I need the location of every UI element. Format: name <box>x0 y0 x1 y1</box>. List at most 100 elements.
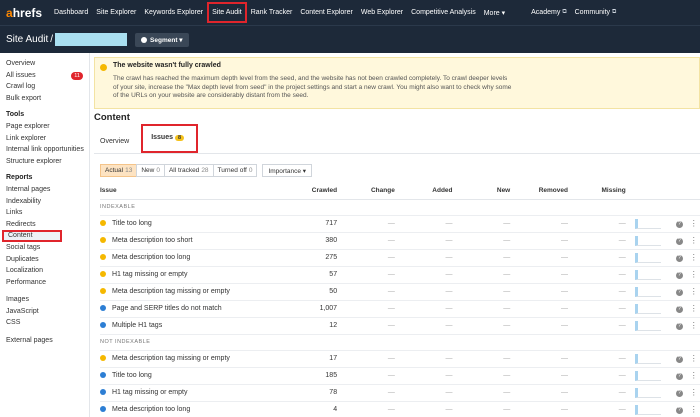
nav-site-explorer[interactable]: Site Explorer <box>92 0 140 25</box>
issue-cell[interactable]: Title too long <box>100 215 307 233</box>
nav-web-explorer[interactable]: Web Explorer <box>357 0 407 25</box>
issue-cell[interactable]: Multiple H1 tags <box>100 317 307 335</box>
help-icon[interactable]: ? <box>671 384 688 402</box>
nav-competitive-analysis[interactable]: Competitive Analysis <box>407 0 480 25</box>
more-options-icon[interactable]: ⋮ <box>687 215 700 233</box>
crawled-cell[interactable]: 1,007 <box>306 300 338 318</box>
help-icon[interactable]: ? <box>671 317 688 335</box>
sidebar-item-internal-link-opportunities[interactable]: Internal link opportunities <box>0 144 89 156</box>
project-selector[interactable] <box>55 33 128 46</box>
issue-cell[interactable]: Meta description too long <box>100 401 307 417</box>
col-removed[interactable]: Removed <box>510 182 568 200</box>
col-new[interactable]: New <box>452 182 511 200</box>
help-icon[interactable]: ? <box>671 283 688 301</box>
more-options-icon[interactable]: ⋮ <box>687 367 700 385</box>
more-options-icon[interactable]: ⋮ <box>687 232 700 250</box>
more-options-icon[interactable]: ⋮ <box>687 300 700 318</box>
crawled-cell[interactable]: 717 <box>306 215 338 233</box>
sidebar-item-localization[interactable]: Localization <box>0 265 89 277</box>
more-options-icon[interactable]: ⋮ <box>687 249 700 267</box>
help-icon[interactable]: ? <box>671 367 688 385</box>
nav-rank-tracker[interactable]: Rank Tracker <box>247 0 297 25</box>
col-crawled[interactable]: Crawled <box>306 182 338 200</box>
nav-more[interactable]: More ▾ <box>480 0 509 25</box>
issue-cell[interactable]: H1 tag missing or empty <box>100 266 307 284</box>
issue-cell[interactable]: Meta description too long <box>100 249 307 267</box>
help-icon[interactable]: ? <box>671 232 688 250</box>
sidebar-item-crawl-log[interactable]: Crawl log <box>0 81 89 93</box>
crawled-cell[interactable]: 12 <box>306 317 338 335</box>
sidebar-item-external-pages[interactable]: External pages <box>0 335 89 347</box>
col-missing[interactable]: Missing <box>567 182 626 200</box>
issue-cell[interactable]: H1 tag missing or empty <box>100 384 307 402</box>
more-options-icon[interactable]: ⋮ <box>687 283 700 301</box>
crawled-cell[interactable]: 4 <box>306 401 338 417</box>
help-icon[interactable]: ? <box>671 249 688 267</box>
help-icon[interactable]: ? <box>671 350 688 368</box>
issue-cell[interactable]: Title too long <box>100 367 307 385</box>
crawled-cell[interactable]: 57 <box>306 266 338 284</box>
crawled-cell[interactable]: 185 <box>306 367 338 385</box>
issue-cell[interactable]: Meta description tag missing or empty <box>100 350 307 368</box>
sidebar-item-css[interactable]: CSS <box>0 317 89 329</box>
table-row[interactable]: Meta description tag missing or empty 17—… <box>100 350 700 368</box>
nav-content-explorer[interactable]: Content Explorer <box>296 0 357 25</box>
tab-overview[interactable]: Overview <box>94 138 135 153</box>
more-options-icon[interactable]: ⋮ <box>687 266 700 284</box>
sidebar-item-internal-pages[interactable]: Internal pages <box>0 184 89 196</box>
col-added[interactable]: Added <box>394 182 453 200</box>
help-icon[interactable]: ? <box>671 266 688 284</box>
sidebar-item-link-explorer[interactable]: Link explorer <box>0 133 89 145</box>
sidebar-item-links[interactable]: Links <box>0 207 89 219</box>
sidebar-item-overview[interactable]: Overview <box>0 58 89 70</box>
sidebar-item-page-explorer[interactable]: Page explorer <box>0 121 89 133</box>
sidebar-item-javascript[interactable]: JavaScript <box>0 306 89 318</box>
sidebar-item-social-tags[interactable]: Social tags <box>0 242 89 254</box>
filter-all-tracked[interactable]: All tracked 28 <box>163 164 214 177</box>
nav-dashboard[interactable]: Dashboard <box>50 0 92 25</box>
col-issue[interactable]: Issue <box>100 182 307 200</box>
ahrefs-logo[interactable]: ahrefs <box>6 6 42 20</box>
issue-cell[interactable]: Meta description tag missing or empty <box>100 283 307 301</box>
help-icon[interactable]: ? <box>671 215 688 233</box>
sidebar-item-all-issues[interactable]: All issues 11 <box>0 70 89 82</box>
table-row[interactable]: H1 tag missing or empty 57— — — — —? ⋮ <box>100 266 700 284</box>
sidebar-item-duplicates[interactable]: Duplicates <box>0 254 89 266</box>
filter-actual[interactable]: Actual 13 <box>100 164 138 177</box>
nav-keywords-explorer[interactable]: Keywords Explorer <box>140 0 207 25</box>
sidebar-item-indexability[interactable]: Indexability <box>0 196 89 208</box>
table-row[interactable]: Meta description too short 380— — — — —? ⋮ <box>100 232 700 250</box>
help-icon[interactable]: ? <box>671 300 688 318</box>
issue-cell[interactable]: Meta description too short <box>100 232 307 250</box>
table-row[interactable]: Page and SERP titles do not match 1,007— —… <box>100 300 700 318</box>
help-icon[interactable]: ? <box>671 401 688 417</box>
sidebar-item-performance[interactable]: Performance <box>0 277 89 289</box>
table-row[interactable]: Multiple H1 tags 12— — — — —? ⋮ <box>100 317 700 335</box>
nav-site-audit[interactable]: Site Audit <box>207 2 247 23</box>
nav-academy[interactable]: Academy ⧉ <box>527 0 570 25</box>
sidebar-item-images[interactable]: Images <box>0 294 89 306</box>
more-options-icon[interactable]: ⋮ <box>687 401 700 417</box>
importance-dropdown[interactable]: Importance ▾ <box>262 164 313 177</box>
more-options-icon[interactable]: ⋮ <box>687 317 700 335</box>
nav-community[interactable]: Community ⧉ <box>571 0 621 25</box>
crawled-cell[interactable]: 17 <box>306 350 338 368</box>
sidebar-item-content[interactable]: Content <box>2 230 62 242</box>
more-options-icon[interactable]: ⋮ <box>687 384 700 402</box>
table-row[interactable]: Meta description too long 275— — — — —? ⋮ <box>100 249 700 267</box>
more-options-icon[interactable]: ⋮ <box>687 350 700 368</box>
filter-turned-off[interactable]: Turned off 0 <box>212 164 258 177</box>
sidebar-item-bulk-export[interactable]: Bulk export <box>0 93 89 105</box>
table-row[interactable]: Title too long 717— — — — —? ⋮ <box>100 215 700 233</box>
filter-new[interactable]: New 0 <box>136 164 165 177</box>
sidebar-item-structure-explorer[interactable]: Structure explorer <box>0 156 89 168</box>
table-row[interactable]: Meta description tag missing or empty 50—… <box>100 283 700 301</box>
col-change[interactable]: Change <box>337 182 395 200</box>
crawled-cell[interactable]: 78 <box>306 384 338 402</box>
table-row[interactable]: H1 tag missing or empty 78— — — — —? ⋮ <box>100 384 700 402</box>
table-row[interactable]: Title too long 185— — — — —? ⋮ <box>100 367 700 385</box>
tab-issues[interactable]: Issues 8 <box>141 124 199 153</box>
crawled-cell[interactable]: 380 <box>306 232 338 250</box>
sidebar-item-redirects[interactable]: Redirects <box>0 219 89 231</box>
table-row[interactable]: Meta description too long 4— — — — —? ⋮ <box>100 401 700 417</box>
